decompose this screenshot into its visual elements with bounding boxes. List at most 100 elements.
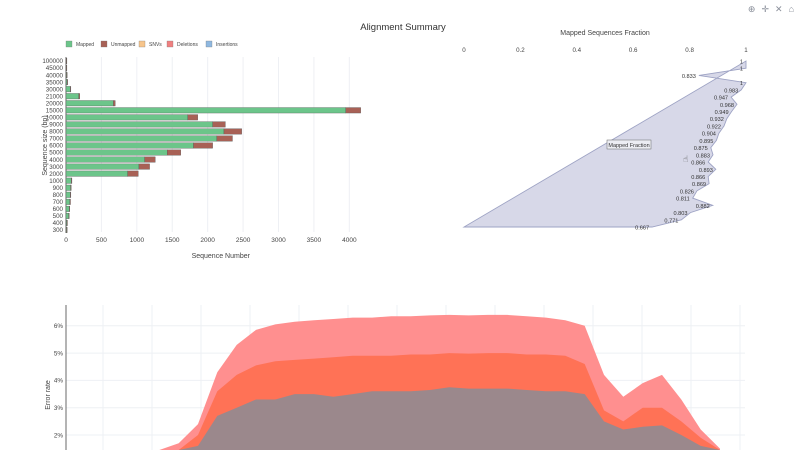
y-tick-label: 8000 (49, 129, 63, 136)
legend-label: Unmapped (111, 42, 136, 48)
y-tick-label: 300 (53, 227, 64, 234)
bar-mapped (65, 198, 71, 205)
bar-unmapped (113, 100, 116, 107)
bar-mapped (65, 107, 346, 114)
bar-unmapped (66, 65, 68, 71)
data-label: 0.904 (702, 132, 716, 138)
x-tick-label: 500 (96, 237, 107, 244)
y-tick-label: 3000 (49, 164, 63, 171)
data-label: 0.869 (692, 182, 706, 188)
bar-mapped (65, 191, 71, 198)
mapped-fraction-chart[interactable]: Mapped Sequences Fraction0 0.2 0.4 0.6 0.8 10… (462, 30, 748, 232)
bar-unmapped (66, 72, 68, 79)
legend-label: Mapped (76, 42, 94, 48)
x-tick-label: 2000 (200, 237, 215, 244)
y-tick-label: 600 (53, 206, 64, 213)
x-tick-label: 0.4 (572, 47, 581, 54)
legend-swatch (205, 40, 213, 48)
bar-mapped (65, 170, 128, 177)
bar-unmapped (193, 142, 213, 149)
bar-unmapped (138, 163, 150, 170)
y-tick-label: 6000 (49, 143, 63, 150)
modebar: ⊕ ✛ ✕ ⌂ (748, 4, 794, 14)
chart-title: Alignment Summary (360, 22, 446, 33)
x-tick-label: 0.8 (685, 47, 694, 54)
y-tick-label: 5000 (49, 150, 63, 157)
y-tick-label: 2000 (49, 171, 63, 178)
bar-unmapped (144, 156, 156, 163)
fraction-title: Mapped Sequences Fraction (560, 30, 650, 37)
data-label: 0.932 (710, 117, 724, 123)
data-label: 0.882 (696, 204, 710, 210)
bar-mapped (65, 128, 225, 135)
data-label: 0.811 (676, 197, 690, 203)
y-tick-label: 35000 (46, 79, 64, 86)
bar-unmapped (66, 227, 68, 233)
legend-label: Insertions (216, 42, 238, 48)
hover-text: Mapped Fraction (608, 143, 649, 149)
y-tick-label: 800 (53, 192, 64, 199)
x-tick-label: 3000 (271, 237, 286, 244)
y-tick-label: 3% (54, 405, 64, 412)
bar-unmapped (69, 205, 70, 212)
bar-unmapped (68, 212, 70, 219)
data-label: 0.949 (715, 110, 729, 116)
legend-swatch (138, 40, 146, 48)
sequence-size-bar-chart[interactable]: 0 500 1000 1500 2000 2500 3000 3500 400030040050… (42, 40, 361, 260)
x-tick-label: 0.2 (516, 47, 525, 54)
bar-unmapped (69, 198, 71, 205)
y-tick-label: 6% (54, 323, 64, 330)
hover-label: Mapped Fraction (606, 139, 652, 150)
bar-unmapped (70, 86, 72, 93)
bar-unmapped (70, 184, 72, 191)
bar-unmapped (127, 170, 139, 177)
y-tick-label: 45000 (46, 65, 64, 72)
x-tick-label: 0.6 (629, 47, 638, 54)
x-tick-label: 2500 (236, 237, 251, 244)
bar-unmapped (216, 135, 233, 142)
y-tick-label: 15000 (46, 107, 64, 114)
figure: { "title": "Alignment Summary", "modebar… (0, 0, 800, 450)
bar-unmapped (78, 93, 80, 100)
legend-swatch (166, 40, 174, 48)
bar-unmapped (66, 220, 68, 226)
bar-unmapped (345, 107, 361, 114)
bar-unmapped (66, 58, 68, 64)
home-icon[interactable]: ⌂ (789, 4, 794, 14)
zoom-icon[interactable]: ⊕ (748, 4, 756, 14)
x-axis-title: Sequence Number (192, 253, 251, 260)
y-tick-label: 1000 (49, 178, 63, 185)
legend-label: Deletions (177, 42, 198, 48)
x-tick-label: 1000 (130, 237, 145, 244)
y-axis-title: Error rate (45, 380, 52, 410)
y-tick-label: 2% (54, 432, 64, 439)
autoscale-icon[interactable]: ✕ (775, 4, 783, 14)
y-tick-label: 4% (54, 378, 64, 385)
legend-label: SNVs (149, 42, 162, 48)
error-rate-chart[interactable]: 2% 3% 4% 5% 6% Error rate (45, 305, 745, 450)
y-tick-label: 9000 (49, 122, 63, 129)
x-tick-label: 1 (744, 47, 748, 54)
y-tick-label: 30000 (46, 86, 64, 93)
y-tick-label: 21000 (46, 93, 64, 100)
bar-unmapped (167, 149, 181, 156)
bar-unmapped (187, 114, 198, 121)
bar-mapped (65, 100, 114, 107)
bar-mapped (65, 142, 194, 149)
bar-unmapped (223, 128, 242, 135)
pan-icon[interactable]: ✛ (761, 4, 769, 14)
data-label: 0.866 (691, 175, 705, 181)
x-tick-label: 1500 (165, 237, 180, 244)
y-tick-label: 5% (54, 350, 64, 357)
y-tick-label: 700 (53, 199, 64, 206)
data-label: 1 (740, 60, 743, 66)
y-tick-label: 500 (53, 213, 64, 220)
bar-mapped (65, 177, 72, 184)
y-tick-label: 900 (53, 185, 64, 192)
x-tick-label: 4000 (342, 237, 357, 244)
bar-mapped (65, 184, 71, 191)
y-tick-label: 40000 (46, 72, 64, 79)
bar-mapped (65, 163, 140, 170)
data-label: 0.968 (720, 103, 734, 109)
data-label: 0.983 (724, 88, 738, 94)
